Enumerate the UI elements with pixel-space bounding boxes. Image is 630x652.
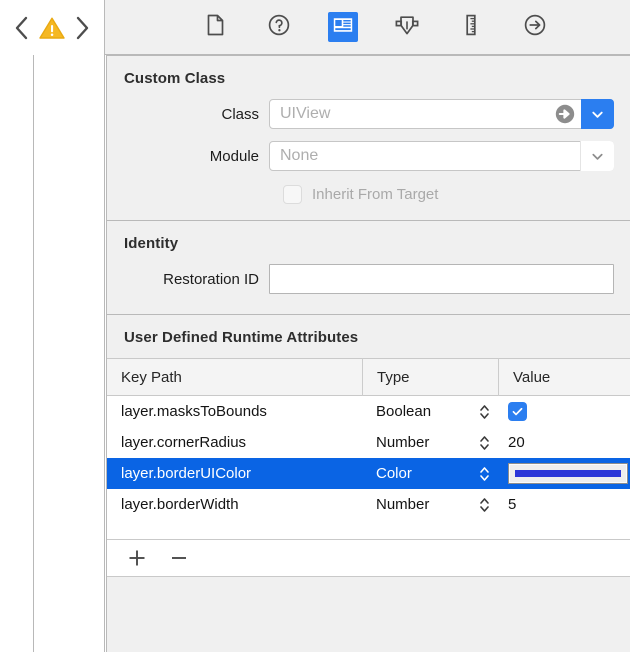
column-header-type[interactable]: Type [362,358,498,396]
navigation-group [0,0,105,55]
cell-type[interactable]: Number [362,489,498,520]
minus-icon [172,557,186,559]
cell-key-path[interactable]: layer.borderWidth [107,489,362,520]
cell-type[interactable]: Number [362,427,498,458]
runtime-attributes-table-header: Key Path Type Value [107,358,630,396]
runtime-attributes-title: User Defined Runtime Attributes [124,329,359,346]
inspector-panel: Custom Class Class UIView Module None In… [106,55,630,652]
runtime-attributes-table-body: layer.masksToBounds Boolean layer.corner… [107,396,630,539]
identity-title: Identity [124,235,179,252]
editor-gutter-left [0,55,34,652]
cell-key-path[interactable]: layer.masksToBounds [107,396,362,427]
cell-key-path[interactable]: layer.cornerRadius [107,427,362,458]
cell-type-label: Number [376,434,430,451]
chevron-down-icon [592,153,603,160]
warning-triangle-icon[interactable] [38,15,66,41]
tab-size-inspector[interactable] [456,12,486,42]
stepper-updown-icon[interactable] [478,495,491,515]
class-label: Class [221,105,259,123]
stepper-updown-icon[interactable] [478,433,491,453]
class-combo[interactable]: UIView [269,99,614,129]
cell-type[interactable]: Color [362,458,498,489]
cell-value[interactable] [498,458,630,489]
tab-attributes-inspector[interactable] [392,12,422,42]
cell-type-label: Number [376,496,430,513]
class-field-row: Class UIView [107,99,630,129]
module-input[interactable]: None [270,147,580,165]
ruler-icon [459,13,483,42]
tab-file-inspector[interactable] [200,12,230,42]
cell-key-path[interactable]: layer.borderUIColor [107,458,362,489]
tab-identity-inspector[interactable] [327,12,358,42]
module-field-row: Module None [107,141,630,171]
stepper-updown-icon[interactable] [478,402,491,422]
document-icon [203,13,227,42]
cell-type[interactable]: Boolean [362,396,498,427]
cell-value[interactable]: 20 [498,427,630,458]
inherit-from-target-checkbox[interactable] [283,185,302,204]
chevron-down-icon [592,111,603,118]
class-dropdown-button[interactable] [581,99,614,129]
table-row[interactable]: layer.borderWidth Number 5 [107,489,630,520]
editor-gutter-right [35,55,105,652]
section-runtime-attributes: User Defined Runtime Attributes Key Path… [107,314,630,595]
restoration-id-input[interactable] [269,264,614,294]
inspector-tab-bar [105,0,630,55]
question-circle-icon [267,13,291,42]
chevron-right-icon[interactable] [75,15,90,41]
restoration-id-label: Restoration ID [163,270,259,288]
table-row[interactable]: layer.borderUIColor Color [107,458,630,489]
remove-attribute-button[interactable] [166,545,192,571]
column-header-key-path[interactable]: Key Path [107,358,362,396]
runtime-attributes-table-footer [107,539,630,577]
identity-inspector-window: Custom Class Class UIView Module None In… [0,0,630,652]
identity-card-icon [331,13,355,42]
table-empty-space [107,520,630,539]
module-combo[interactable]: None [269,141,614,171]
tab-connections-inspector[interactable] [520,12,550,42]
plus-icon [129,550,145,566]
section-identity: Identity Restoration ID [107,220,630,314]
custom-class-title: Custom Class [124,70,226,87]
class-input[interactable]: UIView [270,105,554,123]
module-dropdown-button[interactable] [580,141,614,171]
cell-value[interactable] [498,396,630,427]
color-well-swatch [515,470,621,477]
inherit-from-target-label: Inherit From Target [312,186,439,203]
color-well[interactable] [508,463,628,484]
module-label: Module [209,147,259,165]
chevron-left-icon[interactable] [14,15,29,41]
jump-to-definition-icon[interactable] [554,103,576,125]
section-custom-class: Custom Class Class UIView Module None In… [107,56,630,220]
cell-value[interactable]: 5 [498,489,630,520]
cell-type-label: Color [376,465,412,482]
table-row[interactable]: layer.masksToBounds Boolean [107,396,630,427]
restoration-id-row: Restoration ID [107,264,630,294]
inherit-from-target-row[interactable]: Inherit From Target [107,185,630,220]
add-attribute-button[interactable] [124,545,150,571]
column-header-value[interactable]: Value [498,358,630,396]
value-checkbox-checked[interactable] [508,402,527,421]
checkmark-icon [512,407,523,416]
tab-quick-help-inspector[interactable] [264,12,294,42]
table-row[interactable]: layer.cornerRadius Number 20 [107,427,630,458]
panel-bottom-filler [107,577,630,595]
arrow-right-circle-icon [523,13,547,42]
shield-arrow-down-icon [394,13,420,42]
top-toolbar [0,0,630,55]
stepper-updown-icon[interactable] [478,464,491,484]
cell-type-label: Boolean [376,403,432,420]
